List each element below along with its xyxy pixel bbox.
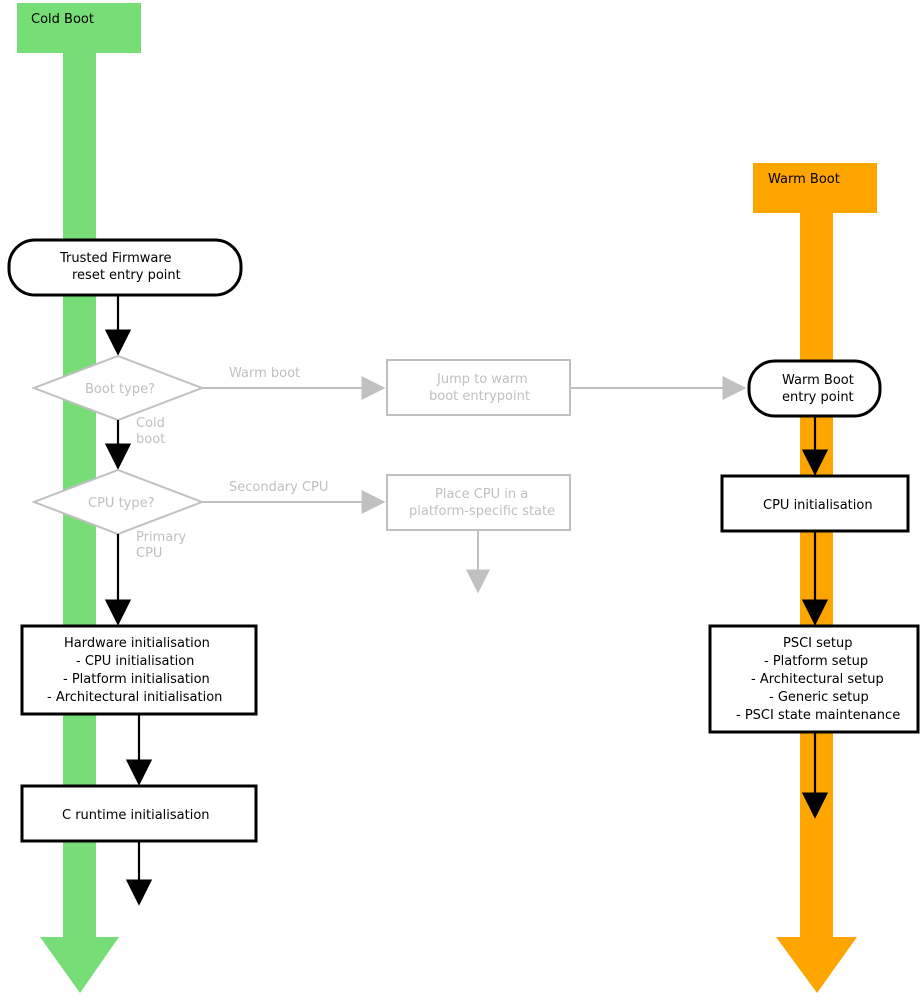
node-trusted-firmware: Trusted Firmware reset entry point — [9, 240, 241, 295]
place-cpu-line1: Place CPU in a — [435, 487, 528, 502]
trusted-firmware-line2: reset entry point — [72, 268, 181, 283]
primary-cpu-branch-label1: Primary — [136, 530, 187, 545]
warm-cpu-init-label: CPU initialisation — [763, 498, 873, 513]
primary-cpu-branch-label2: CPU — [136, 546, 162, 561]
psci-line1: PSCI setup — [783, 636, 853, 651]
node-c-runtime: C runtime initialisation — [22, 786, 256, 841]
hw-init-line3: - Platform initialisation — [63, 672, 210, 687]
cpu-type-label: CPU type? — [88, 496, 155, 511]
warm-boot-header: Warm Boot — [768, 172, 840, 187]
flowchart: Cold Boot Warm Boot Trusted Firmware res… — [0, 0, 922, 1001]
node-boot-type: Boot type? — [34, 356, 202, 420]
cold-boot-header: Cold Boot — [31, 12, 94, 27]
boot-type-label: Boot type? — [85, 382, 155, 397]
node-jump-warm: Jump to warm boot entrypoint — [387, 360, 570, 415]
place-cpu-line2: platform-specific state — [409, 504, 555, 519]
node-hardware-init: Hardware initialisation - CPU initialisa… — [22, 626, 256, 714]
node-psci-setup: PSCI setup - Platform setup - Architectu… — [710, 626, 918, 732]
jump-warm-line2: boot entrypoint — [429, 389, 530, 404]
psci-line4: - Generic setup — [769, 690, 869, 705]
node-cpu-type: CPU type? — [34, 470, 202, 534]
cold-boot-branch-label2: boot — [136, 432, 165, 447]
cold-boot-branch-label1: Cold — [136, 416, 165, 431]
hw-init-line4: - Architectural initialisation — [47, 690, 222, 705]
hw-init-line1: Hardware initialisation — [64, 636, 210, 651]
psci-line3: - Architectural setup — [751, 672, 884, 687]
psci-line5: - PSCI state maintenance — [736, 708, 900, 723]
hw-init-line2: - CPU initialisation — [76, 654, 194, 669]
trusted-firmware-line1: Trusted Firmware — [59, 251, 171, 266]
node-place-cpu: Place CPU in a platform-specific state — [387, 475, 570, 530]
psci-line2: - Platform setup — [764, 654, 868, 669]
node-warm-entry: Warm Boot entry point — [749, 361, 880, 416]
jump-warm-line1: Jump to warm — [436, 372, 528, 387]
secondary-cpu-branch-label: Secondary CPU — [229, 480, 328, 495]
node-warm-cpu-init: CPU initialisation — [722, 476, 908, 531]
warm-entry-line2: entry point — [782, 390, 854, 405]
warm-boot-branch-label: Warm boot — [229, 366, 300, 381]
c-runtime-label: C runtime initialisation — [62, 808, 210, 823]
warm-entry-line1: Warm Boot — [782, 373, 854, 388]
